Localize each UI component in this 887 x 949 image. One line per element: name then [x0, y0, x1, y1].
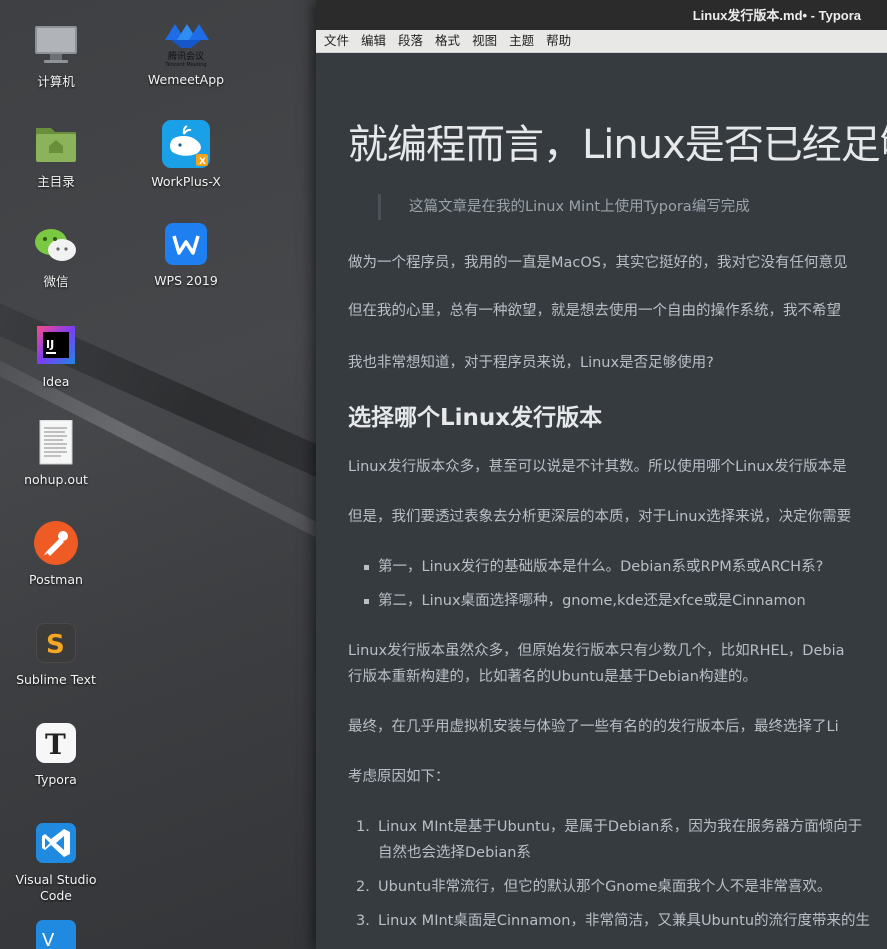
desktop-icon-label: Postman	[29, 572, 83, 587]
tencent-meeting-wordmark: 腾讯会议	[167, 52, 204, 62]
list-item: 第二，Linux桌面选择哪种，gnome,kde还是xfce或是Cinnamon	[378, 593, 806, 609]
desktop-icon-label: Visual Studio Code	[15, 872, 97, 903]
typora-icon: T	[33, 720, 79, 766]
menu-view[interactable]: 视图	[466, 30, 503, 52]
menu-edit[interactable]: 编辑	[355, 30, 392, 52]
desktop-icon-nohup[interactable]: nohup.out	[6, 419, 106, 488]
desktop-icon-workplus[interactable]: X WorkPlus-X	[136, 120, 236, 190]
menu-file[interactable]: 文件	[318, 30, 355, 52]
paragraph: 考虑原因如下：	[348, 769, 450, 785]
desktop-icon-label: 主目录	[37, 174, 75, 189]
desktop-icon-label: WorkPlus-X	[151, 174, 221, 189]
editor-area[interactable]: 就编程而言，Linux是否已经足够 这篇文章是在我的Linux Mint上使用T…	[316, 53, 887, 949]
paragraph: 但在我的心里，总有一种欲望，就是想去使用一个自由的操作系统，我不希望	[348, 303, 841, 319]
desktop-icon-vscode[interactable]: Visual Studio Code	[6, 820, 106, 904]
bullet-marker	[364, 565, 369, 570]
sublime-icon: S	[33, 620, 79, 666]
paragraph-continuation: 行版本重新构建的，比如著名的Ubuntu是基于Debian构建的。	[348, 669, 757, 685]
typora-window: Linux发行版本.md• - Typora 文件 编辑 段落 格式 视图 主题…	[316, 0, 887, 949]
paragraph: 但是，我们要透过表象去分析更深层的本质，对于Linux选择来说，决定你需要	[348, 509, 852, 525]
bullet-marker	[364, 599, 369, 604]
document-heading-2: 选择哪个Linux发行版本	[348, 405, 603, 431]
svg-text:V: V	[42, 930, 55, 949]
desktop-icon-typora[interactable]: T Typora	[6, 720, 106, 788]
vscode-icon	[33, 820, 79, 866]
wps-icon	[163, 221, 209, 267]
document-heading-1: 就编程而言，Linux是否已经足够	[348, 122, 887, 168]
svg-text:S: S	[46, 630, 65, 660]
desktop-icon-label: WPS 2019	[154, 273, 218, 288]
list-number: 2.	[356, 879, 370, 895]
paragraph: 我也非常想知道，对于程序员来说，Linux是否足够使用?	[348, 355, 714, 371]
desktop-icon-wemeet[interactable]: 腾讯会议 Tencent Meeting WemeetApp	[136, 18, 236, 88]
svg-text:T: T	[45, 728, 66, 761]
desktop-icon-label: WemeetApp	[147, 72, 225, 87]
desktop-icon-computer[interactable]: 计算机	[6, 22, 106, 90]
desktop-icon-wechat[interactable]: 微信	[6, 222, 106, 290]
desktop-icon-label: Typora	[35, 772, 77, 787]
svg-text:X: X	[199, 157, 206, 167]
list-item-continuation: 自然也会选择Debian系	[378, 845, 531, 861]
desktop-icon-postman[interactable]: Postman	[6, 520, 106, 588]
list-item: Ubuntu非常流行，但它的默认那个Gnome桌面我个人不是非常喜欢。	[378, 879, 832, 895]
wechat-icon	[33, 222, 79, 268]
tencent-meeting-icon: 腾讯会议 Tencent Meeting	[163, 18, 209, 68]
list-item: 第一，Linux发行的基础版本是什么。Debian系或RPM系或ARCH系?	[378, 559, 824, 575]
blockquote: 这篇文章是在我的Linux Mint上使用Typora编写完成	[378, 194, 750, 220]
desktop-icon-partial[interactable]: V	[6, 920, 106, 949]
window-title[interactable]: Linux发行版本.md• - Typora	[316, 0, 887, 30]
menu-theme[interactable]: 主题	[503, 30, 540, 52]
paragraph: Linux发行版本众多，甚至可以说是不计其数。所以使用哪个Linux发行版本是	[348, 459, 847, 475]
desktop-icon-label: Sublime Text	[16, 672, 96, 687]
desktop-icon-label: Idea	[42, 374, 70, 389]
list-number: 1.	[356, 819, 370, 835]
desktop-icon-home[interactable]: 主目录	[6, 122, 106, 190]
text-file-icon	[33, 419, 79, 466]
desktop-icon-label: 微信	[43, 274, 69, 289]
svg-text:IJ: IJ	[46, 338, 54, 351]
menu-paragraph[interactable]: 段落	[392, 30, 429, 52]
postman-icon	[33, 520, 79, 566]
menu-help[interactable]: 帮助	[540, 30, 577, 52]
paragraph: Linux发行版本虽然众多，但原始发行版本只有少数几个，比如RHEL，Debia	[348, 643, 845, 659]
home-folder-icon	[33, 122, 79, 168]
paragraph: 做为一个程序员，我用的一直是MacOS，其实它挺好的，我对它没有任何意见	[348, 255, 848, 271]
menu-bar: 文件 编辑 段落 格式 视图 主题 帮助	[316, 30, 887, 53]
list-item: Linux MInt是基于Ubuntu，是属于Debian系，因为我在服务器方面…	[378, 819, 863, 835]
vnc-icon: V	[33, 920, 79, 949]
list-number: 3.	[356, 913, 370, 929]
intellij-icon: IJ	[33, 322, 79, 368]
whale-icon: X	[162, 120, 210, 168]
desktop-icon-idea[interactable]: IJ Idea	[6, 322, 106, 390]
desktop-icon-sublime[interactable]: S Sublime Text	[6, 620, 106, 688]
desktop-icon-label: nohup.out	[24, 472, 88, 487]
menu-format[interactable]: 格式	[429, 30, 466, 52]
desktop-icon-label: 计算机	[37, 74, 75, 89]
paragraph: 最终，在几乎用虚拟机安装与体验了一些有名的的发行版本后，最终选择了Li	[348, 719, 839, 735]
monitor-icon	[33, 22, 79, 68]
desktop-icon-wps[interactable]: WPS 2019	[136, 221, 236, 289]
tencent-meeting-subtitle: Tencent Meeting	[165, 62, 207, 68]
list-item: Linux MInt桌面是Cinnamon，非常简洁，又兼具Ubuntu的流行度…	[378, 913, 871, 929]
